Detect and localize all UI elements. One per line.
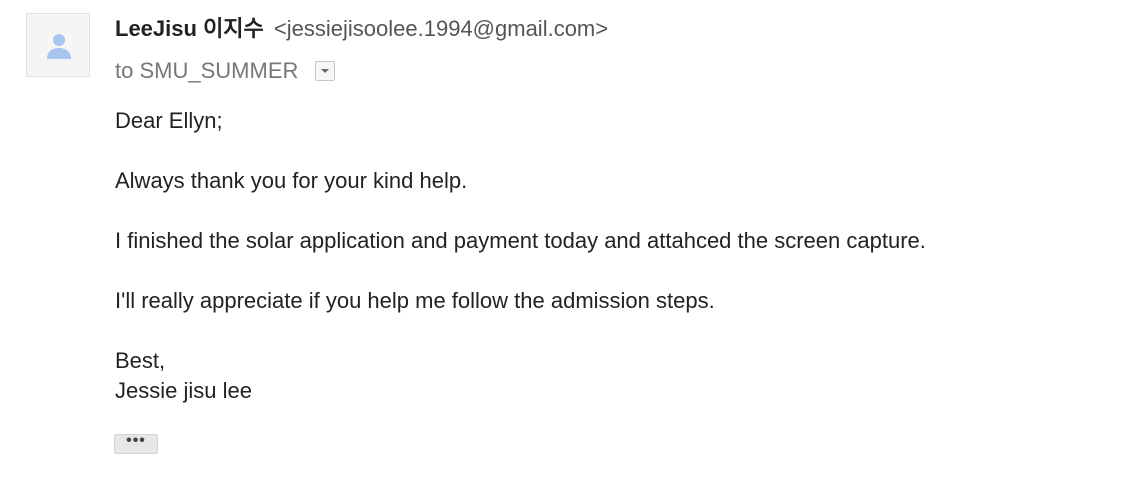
body-paragraph: I finished the solar application and pay… (115, 228, 926, 253)
recipients-prefix: to (115, 58, 134, 83)
message-header: LeeJisu 이지수 <jessiejisoolee.1994@gmail.c… (115, 14, 1110, 86)
body-paragraph: Always thank you for your kind help. (115, 168, 468, 193)
sender-name[interactable]: LeeJisu (115, 16, 197, 41)
show-details-button[interactable] (314, 60, 335, 81)
sender-avatar[interactable] (26, 13, 90, 77)
sender-email: <jessiejisoolee.1994@gmail.com> (273, 16, 609, 41)
closing: Best, (115, 348, 166, 373)
sender-name-korean[interactable]: 이지수 (203, 16, 264, 41)
recipient-name: SMU_SUMMER (139, 58, 299, 83)
recipients-line: to SMU_SUMMER (115, 56, 1110, 86)
greeting: Dear Ellyn; (115, 108, 223, 133)
show-trimmed-content-button[interactable]: ••• (114, 433, 158, 454)
person-icon (47, 34, 71, 59)
body-paragraph: I'll really appreciate if you help me fo… (115, 288, 715, 313)
message-body: Dear Ellyn; Always thank you for your ki… (115, 106, 1110, 406)
signature: Jessie jisu lee (115, 378, 252, 403)
sender-line: LeeJisu 이지수 <jessiejisoolee.1994@gmail.c… (115, 14, 1110, 44)
chevron-down-icon (320, 68, 329, 73)
email-message: LeeJisu 이지수 <jessiejisoolee.1994@gmail.c… (0, 0, 1130, 478)
